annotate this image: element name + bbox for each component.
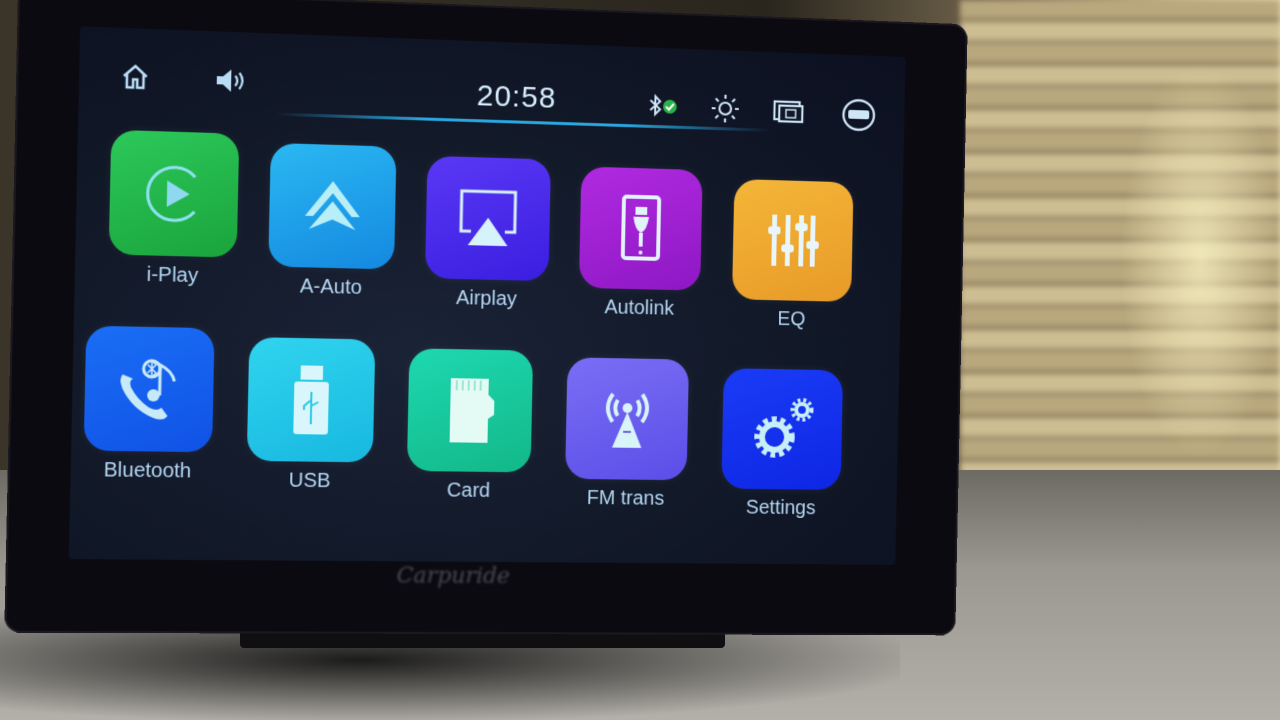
app-iplay[interactable]: i-Play — [106, 129, 241, 289]
app-label: EQ — [777, 308, 806, 331]
app-a-auto[interactable]: A-Auto — [266, 142, 399, 301]
status-bar: 20:58 — [78, 26, 905, 135]
usb-drive-icon — [246, 337, 376, 463]
app-fm-trans[interactable]: FM trans — [562, 357, 691, 511]
android-auto-icon — [268, 142, 397, 270]
brightness-icon[interactable] — [710, 93, 740, 124]
car-display-device: 20:58 i-Play A-Auto Airplay Autolink EQ … — [4, 0, 968, 636]
app-label: Card — [446, 479, 491, 502]
wall-light — [1120, 60, 1280, 460]
app-label: Airplay — [455, 287, 518, 311]
equalizer-icon — [731, 178, 854, 302]
help-icon[interactable] — [841, 98, 876, 132]
app-label: Bluetooth — [103, 459, 192, 483]
settings-gears-icon — [721, 368, 844, 490]
app-label: i-Play — [146, 263, 199, 288]
app-autolink[interactable]: Autolink — [576, 166, 704, 321]
app-grid: i-Play A-Auto Airplay Autolink EQ Blueto… — [83, 129, 903, 555]
airplay-icon — [424, 155, 551, 282]
app-airplay[interactable]: Airplay — [422, 155, 553, 312]
app-label: Settings — [745, 496, 816, 520]
app-label: FM trans — [586, 487, 665, 510]
screen-mirror-icon[interactable] — [772, 99, 805, 124]
app-label: USB — [288, 469, 331, 493]
clock: 20:58 — [476, 79, 557, 115]
home-icon[interactable] — [120, 63, 150, 91]
bluetooth-phone-music-icon — [83, 325, 215, 453]
app-label: Autolink — [604, 296, 675, 320]
app-label: A-Auto — [299, 275, 363, 299]
app-usb[interactable]: USB — [244, 337, 377, 494]
device-brand-logo: Carpuride — [396, 563, 511, 590]
carplay-icon — [108, 129, 240, 258]
app-card[interactable]: Card — [404, 348, 535, 503]
home-screen: 20:58 i-Play A-Auto Airplay Autolink EQ … — [68, 26, 906, 565]
app-bluetooth[interactable]: Bluetooth — [81, 325, 217, 484]
bluetooth-connected-icon[interactable] — [646, 93, 680, 118]
volume-icon[interactable] — [213, 66, 248, 96]
app-settings[interactable]: Settings — [719, 368, 845, 520]
autolink-phone-icon — [578, 166, 703, 291]
fm-antenna-icon — [565, 357, 690, 481]
sd-card-icon — [406, 348, 534, 473]
app-eq[interactable]: EQ — [729, 178, 855, 332]
status-bar-divider — [274, 112, 771, 132]
